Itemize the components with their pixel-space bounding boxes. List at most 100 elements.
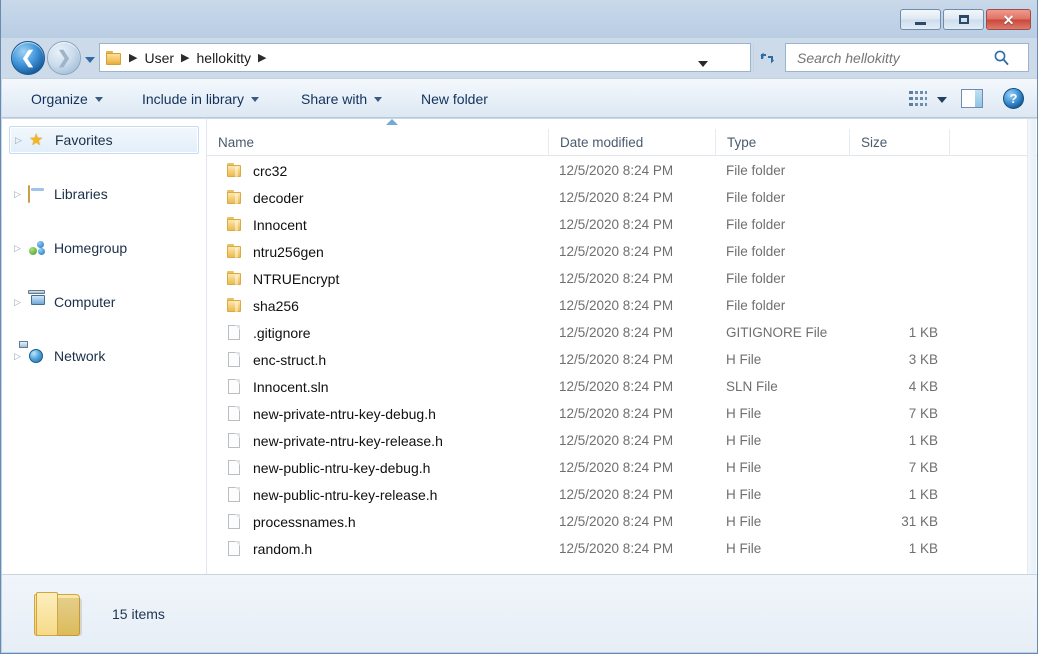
file-name-label: Innocent.sln: [253, 378, 329, 395]
file-name-label: crc32: [253, 162, 288, 179]
file-name-label: new-public-ntru-key-debug.h: [253, 459, 431, 476]
table-row[interactable]: decoder 12/5/2020 8:24 PM File folder: [207, 184, 1037, 211]
type-cell: H File: [726, 406, 762, 421]
forward-button[interactable]: ❯: [47, 41, 81, 75]
table-row[interactable]: Innocent 12/5/2020 8:24 PM File folder: [207, 211, 1037, 238]
sidebar-item-computer[interactable]: ▷ Computer: [9, 288, 199, 316]
table-row[interactable]: new-public-ntru-key-debug.h 12/5/2020 8:2…: [207, 454, 1037, 481]
table-row[interactable]: .gitignore 12/5/2020 8:24 PM GITIGNORE Fil…: [207, 319, 1037, 346]
date-modified-cell: 12/5/2020 8:24 PM: [559, 352, 674, 367]
maximize-icon: [958, 15, 969, 24]
expand-chevron-icon[interactable]: ▷: [15, 135, 25, 145]
date-modified-cell: 12/5/2020 8:24 PM: [559, 271, 674, 286]
type-cell: File folder: [726, 271, 786, 286]
file-name-label: .gitignore: [253, 324, 311, 341]
large-folder-icon: [34, 590, 86, 638]
search-input[interactable]: [795, 48, 991, 67]
table-row[interactable]: random.h 12/5/2020 8:24 PM H File 1 KB: [207, 535, 1037, 562]
table-row[interactable]: new-private-ntru-key-release.h 12/5/2020 …: [207, 427, 1037, 454]
file-name-cell: Innocent: [207, 217, 548, 233]
file-icon: [227, 541, 244, 556]
organize-button[interactable]: Organize: [24, 79, 110, 118]
table-row[interactable]: NTRUEncrypt 12/5/2020 8:24 PM File folder: [207, 265, 1037, 292]
network-icon: [19, 340, 47, 365]
homegroup-icon: [28, 240, 47, 257]
breadcrumb-separator-0[interactable]: ▶: [129, 51, 137, 64]
table-row[interactable]: crc32 12/5/2020 8:24 PM File folder: [207, 157, 1037, 184]
sidebar-item-label: Network: [54, 348, 106, 364]
help-button[interactable]: ?: [1003, 88, 1024, 109]
file-name-cell: new-public-ntru-key-debug.h: [207, 460, 548, 476]
column-header-name[interactable]: Name: [207, 129, 548, 156]
date-modified-cell: 12/5/2020 8:24 PM: [559, 244, 674, 259]
sidebar-item-homegroup[interactable]: ▷ Homegroup: [9, 234, 199, 262]
file-name-cell: sha256: [207, 298, 548, 314]
sidebar-item-libraries[interactable]: ▷ Libraries: [9, 180, 199, 208]
breadcrumb-bar[interactable]: ▶ User ▶ hellokitty ▶: [99, 43, 751, 72]
type-cell: File folder: [726, 244, 786, 259]
expand-chevron-icon[interactable]: ▷: [14, 351, 24, 361]
star-icon: ★: [29, 131, 44, 149]
table-row[interactable]: ntru256gen 12/5/2020 8:24 PM File folder: [207, 238, 1037, 265]
view-options-chevron-down-icon[interactable]: [937, 96, 947, 103]
breadcrumb-separator-1[interactable]: ▶: [181, 51, 189, 64]
type-cell: H File: [726, 352, 762, 367]
sidebar-item-network[interactable]: ▷ Network: [9, 340, 199, 370]
column-header-date-modified[interactable]: Date modified: [548, 128, 715, 156]
table-row[interactable]: processnames.h 12/5/2020 8:24 PM H File 31 …: [207, 508, 1037, 535]
file-name-label: random.h: [253, 540, 313, 557]
table-row[interactable]: sha256 12/5/2020 8:24 PM File folder: [207, 292, 1037, 319]
title-bar: ✕: [1, 0, 1037, 38]
scroll-gutter[interactable]: [1027, 119, 1036, 574]
size-cell: 1 KB: [908, 487, 938, 502]
expand-chevron-icon[interactable]: ▷: [14, 243, 24, 253]
date-modified-cell: 12/5/2020 8:24 PM: [559, 325, 674, 340]
view-options-icon[interactable]: [909, 91, 927, 106]
file-name-label: ntru256gen: [253, 243, 324, 260]
size-cell: 3 KB: [908, 352, 938, 367]
folder-icon: [106, 50, 122, 65]
refresh-button[interactable]: [753, 43, 781, 72]
column-header-size[interactable]: Size: [849, 128, 949, 156]
maximize-button[interactable]: [943, 9, 984, 30]
sort-ascending-icon: [382, 119, 402, 126]
expand-chevron-icon[interactable]: ▷: [14, 189, 24, 199]
column-header-type[interactable]: Type: [715, 128, 849, 156]
back-button[interactable]: ❮: [11, 41, 45, 75]
preview-pane-icon[interactable]: [961, 89, 983, 108]
breadcrumb-item-hellokitty[interactable]: hellokitty: [197, 50, 251, 66]
breadcrumb-item-user[interactable]: User: [144, 50, 174, 66]
breadcrumb-dropdown-icon[interactable]: [698, 61, 708, 67]
sidebar-item-label: Libraries: [54, 186, 108, 202]
search-box[interactable]: [785, 43, 1029, 72]
recent-pages-dropdown-icon[interactable]: [85, 56, 95, 63]
search-icon[interactable]: [993, 49, 1010, 66]
file-name-cell: crc32: [207, 163, 548, 179]
breadcrumb-separator-2[interactable]: ▶: [258, 51, 266, 64]
table-row[interactable]: new-private-ntru-key-debug.h 12/5/2020 8:…: [207, 400, 1037, 427]
size-cell: 7 KB: [908, 460, 938, 475]
share-with-button[interactable]: Share with: [294, 79, 389, 118]
table-row[interactable]: Innocent.sln 12/5/2020 8:24 PM SLN File 4 K…: [207, 373, 1037, 400]
file-name-cell: ntru256gen: [207, 244, 548, 260]
file-name-label: processnames.h: [253, 513, 356, 530]
file-name-cell: processnames.h: [207, 514, 548, 530]
table-row[interactable]: enc-struct.h 12/5/2020 8:24 PM H File 3 KB: [207, 346, 1037, 373]
folder-icon: [227, 190, 244, 205]
include-in-library-button[interactable]: Include in library: [135, 79, 266, 118]
new-folder-button[interactable]: New folder: [414, 79, 495, 118]
file-name-cell: random.h: [207, 541, 548, 557]
sidebar-item-favorites[interactable]: ▷ ★ Favorites: [9, 126, 199, 154]
expand-chevron-icon[interactable]: ▷: [14, 297, 24, 307]
minimize-button[interactable]: [900, 9, 941, 30]
back-arrow-icon: ❮: [20, 47, 36, 67]
file-name-label: new-public-ntru-key-release.h: [253, 486, 438, 503]
table-row[interactable]: new-public-ntru-key-release.h 12/5/2020 8…: [207, 481, 1037, 508]
share-with-label: Share with: [301, 90, 368, 107]
folder-icon: [227, 217, 244, 232]
forward-arrow-icon: ❯: [56, 47, 72, 67]
type-cell: GITIGNORE File: [726, 325, 828, 340]
file-name-label: enc-struct.h: [253, 351, 327, 368]
close-button[interactable]: ✕: [986, 9, 1031, 30]
file-list-pane: Name Date modified Type Size crc32 12/5/2…: [207, 119, 1037, 574]
